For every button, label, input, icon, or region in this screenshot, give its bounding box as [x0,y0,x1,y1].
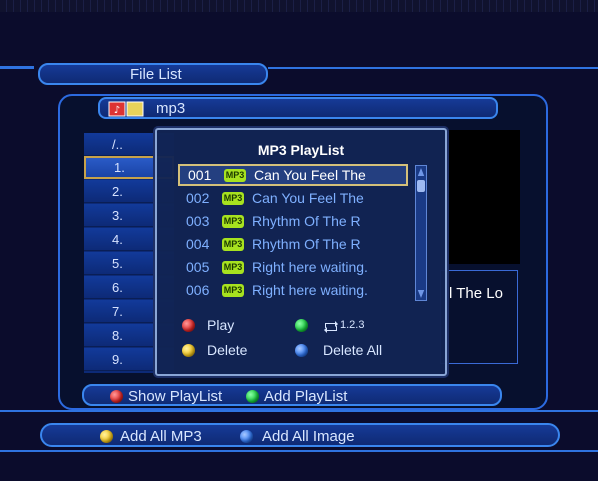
mp3-badge-icon: MP3 [222,260,244,274]
footer-bar: Add All MP3 Add All Image [40,423,560,447]
playlist-item-title: Can You Feel The [254,167,366,183]
page-title: File List [130,65,182,83]
mp3-badge-icon: MP3 [224,168,246,182]
playlist-scrollbar[interactable] [415,165,427,301]
svg-text:♪: ♪ [114,105,120,116]
playlist-item-number: 006 [186,282,210,298]
playlist-item[interactable]: 001 MP3 Can You Feel The [178,164,408,186]
playlist-item[interactable]: 003 MP3 Rhythm Of The R [178,210,408,232]
playlist-item-number: 001 [188,167,212,183]
mp3-badge-icon: MP3 [222,283,244,297]
add-playlist-button[interactable]: Add PlayList [264,388,347,405]
yellow-button-icon[interactable] [182,344,195,357]
blue-button-icon[interactable] [240,430,253,443]
playlist-item-number: 005 [186,259,210,275]
blue-button-icon[interactable] [295,344,308,357]
path-label: mp3 [156,99,186,117]
frame-line [0,450,598,452]
mp3-badge-icon: MP3 [222,191,244,205]
add-all-mp3-button[interactable]: Add All MP3 [120,428,202,445]
mp3-playlist-dialog: MP3 PlayList 001 MP3 Can You Feel The 00… [155,128,447,376]
playlist-item[interactable]: 005 MP3 Right here waiting. [178,256,408,278]
scroll-down-icon[interactable] [417,290,425,298]
top-noise-strip [0,0,598,12]
playlist-item-number: 004 [186,236,210,252]
playlist-item-title: Right here waiting. [252,259,368,275]
preview-song-title: l The Lo [449,285,503,302]
path-bar: ♪ mp3 [98,97,498,119]
playlist-item[interactable]: 006 MP3 Right here waiting. [178,279,408,301]
playlist-title: MP3 PlayList [257,142,345,158]
frame-line [268,67,598,69]
preview-info-box: l The Lo [440,270,518,364]
playlist-item-title: Rhythm Of The R [252,236,361,252]
playlist-item[interactable]: 002 MP3 Can You Feel The [178,187,408,209]
scroll-thumb[interactable] [417,180,425,192]
playlist-actions-bar: Show PlayList Add PlayList [82,384,502,406]
repeat-icon [323,320,339,338]
playlist-item[interactable]: 004 MP3 Rhythm Of The R [178,233,408,255]
red-button-icon[interactable] [182,319,195,332]
header-tab: File List [38,63,268,85]
mp3-badge-icon: MP3 [222,237,244,251]
scroll-up-icon[interactable] [417,168,425,176]
add-all-image-button[interactable]: Add All Image [262,428,355,445]
folder-icon: ♪ [108,100,146,118]
play-label: Play [207,317,235,333]
playlist-item-number: 002 [186,190,210,206]
repeat-mode-label: 1.2.3 [340,319,365,331]
playlist-item-number: 003 [186,213,210,229]
preview-image [440,130,520,264]
frame-line [0,66,34,69]
playlist-item-title: Right here waiting. [252,282,368,298]
green-button-icon[interactable] [246,390,259,403]
playlist-item-title: Rhythm Of The R [252,213,361,229]
playlist-item-title: Can You Feel The [252,190,364,206]
show-playlist-button[interactable]: Show PlayList [128,388,222,405]
delete-label: Delete [207,342,248,358]
yellow-button-icon[interactable] [100,430,113,443]
mp3-badge-icon: MP3 [222,214,244,228]
delete-all-label: Delete All [323,342,383,358]
red-button-icon[interactable] [110,390,123,403]
green-button-icon[interactable] [295,319,308,332]
frame-line [0,410,598,412]
